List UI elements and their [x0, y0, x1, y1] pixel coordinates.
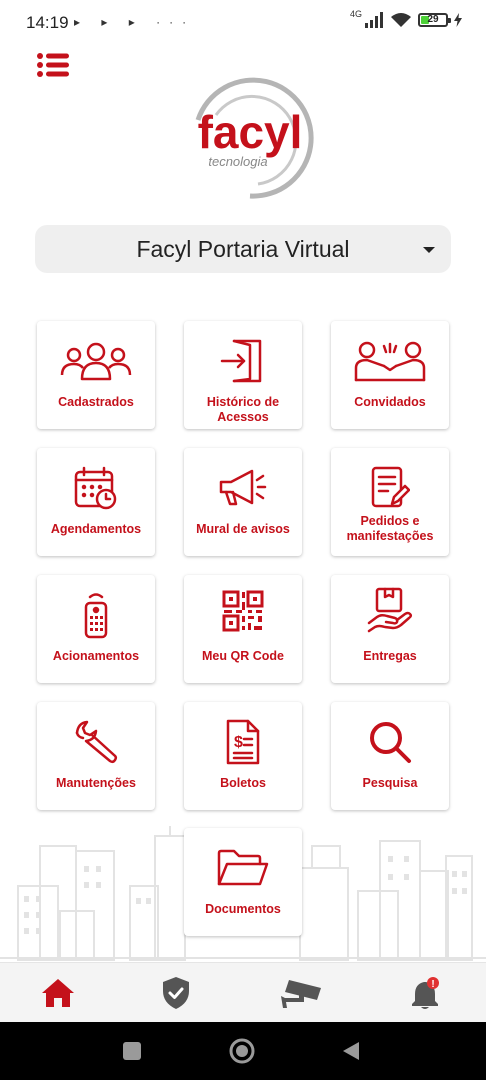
tile-label: Acionamentos — [52, 649, 140, 663]
bell-icon: ! — [412, 977, 439, 1009]
property-select[interactable]: Facyl Portaria Virtual — [35, 225, 451, 273]
bottom-nav: ! — [0, 962, 486, 1022]
logo-tagline: tecnologia — [208, 154, 267, 169]
status-bar: 14:19 ▸ ▸ ▸ ··· 4G 29 — [0, 0, 486, 44]
signal-icon — [365, 12, 383, 28]
wifi-icon — [391, 13, 411, 27]
tile-cadastrados[interactable]: Cadastrados — [37, 321, 155, 429]
guests-icon — [331, 337, 449, 385]
tile-historico-de-acessos[interactable]: Histórico de Acessos — [184, 321, 302, 429]
back-triangle-icon[interactable] — [341, 1040, 361, 1062]
qr-code-icon — [184, 587, 302, 635]
tile-label: Pedidos e manifestações — [346, 514, 434, 543]
door-enter-icon — [184, 337, 302, 385]
security-camera-icon — [281, 980, 321, 1008]
tile-label: Mural de avisos — [196, 522, 290, 536]
tile-label: Boletos — [220, 776, 266, 790]
tile-label: Convidados — [354, 395, 426, 409]
wrench-icon — [37, 718, 155, 766]
property-select-value: Facyl Portaria Virtual — [136, 235, 350, 262]
tile-mural-de-avisos[interactable]: Mural de avisos — [184, 448, 302, 556]
nav-cameras[interactable] — [278, 973, 326, 1013]
home-circle-icon[interactable] — [229, 1038, 255, 1064]
battery-level: 29 — [427, 14, 439, 25]
tile-label: Meu QR Code — [202, 649, 284, 663]
tile-label: Agendamentos — [50, 522, 142, 536]
tile-label: Pesquisa — [362, 776, 418, 790]
svg-text:$: $ — [234, 734, 243, 751]
people-group-icon — [37, 337, 155, 385]
tile-label: Histórico de Acessos — [206, 395, 280, 424]
nav-notifications[interactable]: ! — [406, 973, 446, 1013]
battery-icon: 29 — [418, 13, 451, 27]
recents-square-icon[interactable] — [122, 1041, 142, 1061]
folder-open-icon — [184, 844, 302, 892]
notification-icons: ▸ ▸ ▸ ··· — [74, 15, 196, 29]
remote-control-icon — [37, 591, 155, 639]
search-icon — [331, 718, 449, 766]
tile-boletos[interactable]: $ Boletos — [184, 702, 302, 810]
facyl-logo: facyl tecnologia — [188, 70, 318, 202]
tile-pedidos-e-manifestacoes[interactable]: Pedidos e manifestações — [331, 448, 449, 556]
document-edit-icon — [331, 464, 449, 512]
tile-convidados[interactable]: Convidados — [331, 321, 449, 429]
shield-check-icon — [163, 977, 189, 1009]
chevron-down-icon — [423, 247, 435, 253]
megaphone-icon — [184, 464, 302, 512]
menu-button[interactable] — [36, 52, 70, 78]
tile-documentos[interactable]: Documentos — [184, 828, 302, 936]
network-type-label: 4G — [349, 9, 362, 19]
system-nav-bar — [0, 1022, 486, 1080]
tile-entregas[interactable]: Entregas — [331, 575, 449, 683]
tile-meu-qr-code[interactable]: Meu QR Code — [184, 575, 302, 683]
home-icon — [42, 979, 74, 1007]
status-right-icons: 4G 29 — [349, 9, 462, 28]
tile-label: Documentos — [205, 902, 281, 916]
tile-agendamentos[interactable]: Agendamentos — [37, 448, 155, 556]
tile-acionamentos[interactable]: Acionamentos — [37, 575, 155, 683]
nav-home[interactable] — [38, 973, 78, 1013]
tile-label: Entregas — [363, 649, 417, 663]
status-time: 14:19 — [26, 13, 69, 32]
invoice-icon: $ — [184, 718, 302, 766]
tile-manutencoes[interactable]: Manutenções — [37, 702, 155, 810]
nav-security[interactable] — [156, 973, 196, 1013]
package-hand-icon — [331, 587, 449, 635]
calendar-clock-icon — [37, 464, 155, 512]
notification-badge: ! — [431, 979, 434, 990]
tile-label: Cadastrados — [58, 395, 134, 409]
tile-pesquisa[interactable]: Pesquisa — [331, 702, 449, 810]
charging-icon — [454, 13, 462, 27]
logo-brand: facyl — [198, 106, 303, 158]
tile-label: Manutenções — [56, 776, 136, 790]
menu-list-icon — [37, 53, 69, 77]
